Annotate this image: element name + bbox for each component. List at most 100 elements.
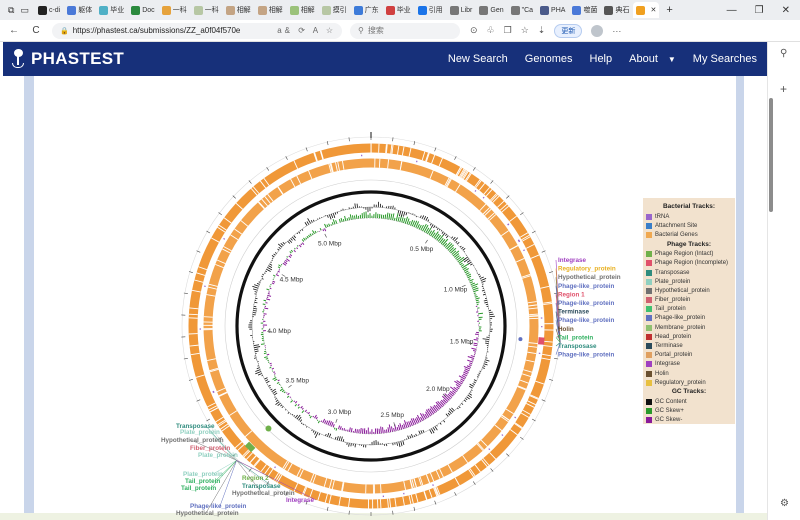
legend-item[interactable]: Membrane_protein: [643, 323, 735, 332]
gc-content-bar: [334, 436, 337, 440]
gc-content-bar: [257, 373, 263, 376]
legend-item[interactable]: Bacterial Genes: [643, 230, 735, 239]
trna-mark: [514, 416, 517, 419]
backbone-ring: [235, 190, 507, 462]
gc-content-bar: [254, 284, 259, 287]
gc-content-bar: [463, 399, 467, 402]
gc-skew-bar: [341, 428, 344, 431]
gc-content-bar: [252, 285, 259, 289]
legend-item[interactable]: Phage-like_protein: [643, 314, 735, 323]
gc-content-bar: [482, 367, 485, 369]
gc-skew-bar: [286, 256, 288, 258]
gc-skew-bar: [467, 359, 473, 363]
gc-skew-bar: [301, 407, 304, 410]
trna-mark: [501, 434, 504, 437]
gc-skew-bar: [460, 264, 465, 267]
region-2-label: Integrase: [286, 497, 314, 504]
gc-content-bar: [258, 281, 261, 283]
gc-content-bar: [253, 308, 258, 310]
legend-item[interactable]: Plate_protein: [643, 277, 735, 286]
gc-content-bar: [318, 433, 321, 436]
legend-label: GC Content: [655, 398, 687, 405]
gc-content-bar: [448, 410, 452, 415]
gc-content-bar: [396, 442, 398, 446]
gc-skew-bar: [463, 371, 468, 375]
gc-skew-bar: [265, 357, 269, 360]
gc-content-bar: [275, 398, 277, 400]
legend-swatch: [646, 408, 652, 415]
gc-skew-bar: [332, 424, 335, 428]
gc-skew-bar: [469, 362, 473, 365]
gc-skew-bar: [277, 266, 281, 269]
legend-item[interactable]: Phage Region (Intact): [643, 250, 735, 259]
gc-content-bar: [480, 277, 487, 281]
gc-content-bar: [275, 399, 279, 402]
legend-item[interactable]: Fiber_protein: [643, 296, 735, 305]
gc-content-bar: [478, 273, 480, 276]
gc-content-bar: [434, 426, 438, 431]
gc-skew-bar: [335, 428, 338, 431]
legend-item[interactable]: Transposase: [643, 268, 735, 277]
gc-skew-bar: [473, 289, 479, 293]
gc-skew-bar: [297, 406, 300, 409]
gc-skew-bar: [279, 388, 284, 392]
gc-content-bar: [267, 267, 273, 271]
gc-content-bar: [429, 223, 432, 226]
region-1-label: Tail_protein: [558, 334, 593, 341]
gc-content-bar: [476, 376, 479, 378]
gc-content-bar: [467, 394, 472, 399]
gc-skew-bar: [308, 234, 311, 238]
gc-skew-bar: [269, 287, 272, 290]
region-2-label: Hypothetical_protein: [232, 490, 295, 497]
gc-skew-bar: [442, 238, 449, 246]
gc-content-bar: [415, 433, 417, 437]
region-1-marker: [538, 337, 545, 345]
legend-swatch: [646, 379, 652, 386]
legend-item[interactable]: Portal_protein: [643, 351, 735, 360]
gc-content-bar: [342, 439, 345, 442]
gc-skew-bar: [271, 282, 275, 285]
gc-skew-bar: [303, 237, 306, 241]
mbp-tick-label: 2.5 Mbp: [380, 412, 404, 419]
legend-item[interactable]: Attachment Site: [643, 221, 735, 230]
gc-content-bar: [479, 276, 484, 279]
legend-item[interactable]: Integrase: [643, 360, 735, 369]
trna-mark: [474, 189, 477, 192]
trna-mark: [488, 448, 491, 451]
gc-skew-bar: [384, 214, 387, 219]
legend-item[interactable]: tRNA: [643, 212, 735, 221]
legend-item[interactable]: Head_protein: [643, 332, 735, 341]
track-legend: Bacterial Tracks: tRNA Attachment Site Bac…: [643, 198, 735, 424]
legend-item[interactable]: Phage Region (Incomplete): [643, 259, 735, 268]
legend-item[interactable]: GC Content: [643, 397, 735, 406]
gc-skew-bar: [344, 215, 347, 222]
legend-item[interactable]: Regulatory_protein: [643, 378, 735, 387]
legend-item[interactable]: Holin: [643, 369, 735, 378]
gc-skew-bar: [348, 427, 351, 432]
gc-content-bar: [484, 301, 488, 304]
legend-item[interactable]: Tail_protein: [643, 305, 735, 314]
gc-content-bar: [485, 342, 489, 344]
legend-swatch: [646, 333, 652, 340]
region-1-label: Holin: [558, 326, 574, 333]
legend-swatch: [646, 297, 652, 304]
legend-item[interactable]: GC Skew-: [643, 416, 735, 425]
gc-skew-bar: [266, 288, 270, 291]
gc-skew-bar: [388, 213, 391, 220]
gc-skew-bar: [332, 219, 336, 225]
gc-content-bar: [272, 390, 277, 394]
gc-content-bar: [431, 428, 435, 434]
legend-item[interactable]: Terminase: [643, 341, 735, 350]
region-2-label: Plate_protein: [183, 471, 223, 478]
trna-mark: [517, 239, 520, 242]
gc-content-bar: [301, 228, 304, 231]
trna-mark: [507, 223, 510, 226]
gc-content-bar: [392, 205, 394, 210]
legend-item[interactable]: GC Skew+: [643, 407, 735, 416]
legend-item[interactable]: Hypothetical_protein: [643, 286, 735, 295]
gc-content-bar: [403, 211, 406, 217]
gc-content-bar: [269, 387, 271, 389]
gc-skew-bar: [349, 214, 352, 220]
gc-skew-bar: [272, 274, 276, 277]
legend-label: Phage Region (Intact): [655, 251, 714, 258]
